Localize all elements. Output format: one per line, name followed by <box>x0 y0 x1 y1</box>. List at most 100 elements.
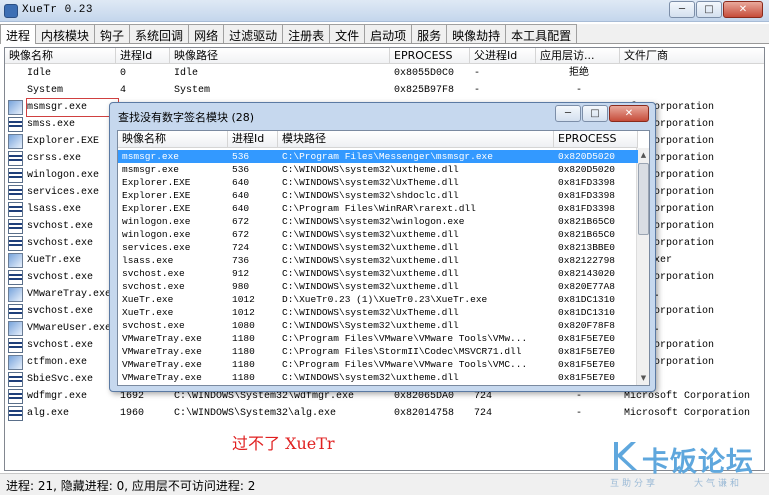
cell-path: C:\WINDOWS\System32\alg.exe <box>174 408 337 419</box>
dialog-close-button[interactable]: ✕ <box>609 105 649 122</box>
dialog-table-row[interactable]: VMwareTray.exe 1180 C:\Program Files\VMwar… <box>118 358 638 371</box>
dialog-minimize-button[interactable]: ─ <box>555 105 581 122</box>
tab-item[interactable]: 映像劫持 <box>446 24 507 43</box>
dialog-column-header[interactable]: EPROCESS <box>554 131 638 148</box>
cell-pid: 1960 <box>120 408 145 419</box>
dialog-table-row[interactable]: services.exe 724 C:\WINDOWS\system32\uxthe… <box>118 241 638 254</box>
dialog-table-row[interactable]: Explorer.EXE 640 C:\WINDOWS\system32\UxThe… <box>118 176 638 189</box>
dialog-cell-pid: 1180 <box>232 333 255 344</box>
dialog-table-row[interactable]: VMwareTray.exe 1180 C:\Program Files\Storm… <box>118 345 638 358</box>
dialog-cell-eproc: 0x81DC1310 <box>558 294 616 305</box>
dialog-table-row[interactable]: msmsgr.exe 536 C:\WINDOWS\system32\uxtheme… <box>118 163 638 176</box>
process-document-icon <box>8 372 23 387</box>
unsigned-modules-dialog: 查找没有数字签名模块 (28) ─ □ ✕ ▲ ▼ 映像名称 进程Id 模块路径 EP… <box>109 102 656 392</box>
dialog-table-row[interactable]: VMwareTray.exe 1180 C:\WINDOWS\system32\ux… <box>118 371 638 384</box>
cell-name: svchost.exe <box>27 221 94 232</box>
scrollbar-thumb[interactable] <box>638 163 649 235</box>
tab-item[interactable]: 文件 <box>329 24 366 43</box>
scroll-down-icon[interactable]: ▼ <box>638 372 649 384</box>
dialog-table-row[interactable]: svchost.exe 1080 C:\WINDOWS\System32\uxthe… <box>118 319 638 332</box>
process-document-icon <box>8 236 23 251</box>
dialog-cell-path: C:\WINDOWS\system32\shdoclc.dll <box>282 190 459 201</box>
dialog-table-row[interactable]: Explorer.EXE 640 C:\WINDOWS\system32\shdoc… <box>118 189 638 202</box>
dialog-cell-name: svchost.exe <box>122 268 185 279</box>
maximize-button[interactable]: □ <box>696 1 722 18</box>
table-row[interactable]: System 4 System 0x825B97F8 - - <box>5 82 764 99</box>
close-button[interactable]: ✕ <box>723 1 763 18</box>
column-header[interactable]: 映像路径 <box>170 48 390 64</box>
scroll-up-icon[interactable]: ▲ <box>638 149 649 161</box>
watermark: 卡饭论坛 互助分享 大气谦和 <box>608 440 768 492</box>
cell-name: alg.exe <box>27 408 70 419</box>
minimize-button[interactable]: ─ <box>669 1 695 18</box>
cell-eproc: 0x82014758 <box>394 408 455 419</box>
process-document-icon <box>8 270 23 285</box>
dialog-cell-name: XueTr.exe <box>122 294 174 305</box>
tab-item[interactable]: 钩子 <box>94 24 131 43</box>
dialog-maximize-button[interactable]: □ <box>582 105 608 122</box>
tab-item[interactable]: 网络 <box>188 24 225 43</box>
tab-item[interactable]: 内核模块 <box>35 24 96 43</box>
dialog-cell-path: C:\WINDOWS\system32\uxtheme.dll <box>282 281 459 292</box>
dialog-cell-pid: 672 <box>232 229 250 240</box>
process-document-icon <box>8 202 23 217</box>
dialog-cell-eproc: 0x81FD3398 <box>558 177 616 188</box>
dialog-cell-name: msmsgr.exe <box>122 151 180 162</box>
column-header[interactable]: 映像名称 <box>5 48 116 64</box>
dialog-column-header[interactable]: 进程Id <box>228 131 278 148</box>
table-row[interactable]: Idle 0 Idle 0x8055D0C0 - 拒绝 <box>5 65 764 82</box>
column-header[interactable]: 文件厂商 <box>620 48 764 64</box>
dialog-cell-eproc: 0x821B65C0 <box>558 216 616 227</box>
dialog-cell-name: Explorer.EXE <box>122 203 191 214</box>
dialog-table-row[interactable]: winlogon.exe 672 C:\WINDOWS\system32\winlo… <box>118 215 638 228</box>
cell-name: msmsgr.exe <box>26 98 119 117</box>
tab-item[interactable]: 启动项 <box>364 24 413 43</box>
dialog-table-row[interactable]: winlogon.exe 672 C:\WINDOWS\system32\uxthe… <box>118 228 638 241</box>
process-app-icon <box>8 321 23 336</box>
tab-item[interactable]: 过滤驱动 <box>223 24 284 43</box>
column-header[interactable]: 应用层访... <box>536 48 620 64</box>
column-header[interactable]: 父进程Id <box>470 48 536 64</box>
dialog-table-row[interactable]: Explorer.EXE 640 C:\Program Files\WinRAR\r… <box>118 202 638 215</box>
tab-item[interactable]: 系统回调 <box>129 24 190 43</box>
dialog-table-row[interactable]: lsass.exe 736 C:\WINDOWS\system32\uxtheme.… <box>118 254 638 267</box>
watermark-slogan-left: 互助分享 <box>610 479 659 489</box>
tab-item[interactable]: 进程 <box>0 24 37 44</box>
column-header[interactable]: EPROCESS <box>390 48 470 64</box>
dialog-cell-name: services.exe <box>122 242 191 253</box>
dialog-cell-pid: 980 <box>232 281 250 292</box>
dialog-cell-name: winlogon.exe <box>122 229 191 240</box>
dialog-cell-pid: 536 <box>232 164 250 175</box>
cell-path: Idle <box>174 68 199 79</box>
process-app-icon <box>8 134 23 149</box>
dialog-cell-eproc: 0x8213BBE0 <box>558 242 616 253</box>
tab-item[interactable]: 注册表 <box>282 24 331 43</box>
process-document-icon <box>8 168 23 183</box>
column-header[interactable]: 进程Id <box>116 48 170 64</box>
dialog-cell-eproc: 0x81FD3398 <box>558 203 616 214</box>
process-document-icon <box>8 338 23 353</box>
dialog-column-header[interactable]: 映像名称 <box>118 131 228 148</box>
process-document-icon <box>8 406 23 421</box>
process-app-icon <box>8 253 23 268</box>
dialog-table-row[interactable]: svchost.exe 980 C:\WINDOWS\system32\uxthem… <box>118 280 638 293</box>
watermark-slogan-right: 大气谦和 <box>694 479 743 489</box>
tab-item[interactable]: 本工具配置 <box>505 24 578 43</box>
table-row[interactable]: alg.exe 1960 C:\WINDOWS\System32\alg.exe 0x… <box>5 405 764 422</box>
dialog-table-row[interactable]: XueTr.exe 1012 D:\XueTr0.23 (1)\XueTr0.23\… <box>118 293 638 306</box>
dialog-cell-name: msmsgr.exe <box>122 164 180 175</box>
cell-name: Explorer.EXE <box>27 136 100 147</box>
dialog-table-row[interactable]: msmsgr.exe 536 C:\Program Files\Messenger\… <box>118 150 638 163</box>
dialog-table-row[interactable]: VMwareTray.exe 1180 C:\Program Files\VMwar… <box>118 332 638 345</box>
dialog-cell-name: VMwareTray.exe <box>122 372 202 383</box>
module-list[interactable]: ▲ ▼ 映像名称 进程Id 模块路径 EPROCESS msmsgr.exe 536 C:\… <box>117 130 650 386</box>
cell-ppid: 724 <box>474 408 493 419</box>
dialog-cell-path: C:\Program Files\StormII\Codec\MSVCR71.d… <box>282 346 522 357</box>
tab-item[interactable]: 服务 <box>411 24 448 43</box>
cell-eproc: 0x8055D0C0 <box>394 68 455 79</box>
dialog-table-row[interactable]: XueTr.exe 1012 C:\WINDOWS\system32\UxTheme… <box>118 306 638 319</box>
cell-name: svchost.exe <box>27 238 94 249</box>
dialog-cell-pid: 912 <box>232 268 250 279</box>
dialog-column-header[interactable]: 模块路径 <box>278 131 554 148</box>
dialog-table-row[interactable]: svchost.exe 912 C:\WINDOWS\system32\uxthem… <box>118 267 638 280</box>
